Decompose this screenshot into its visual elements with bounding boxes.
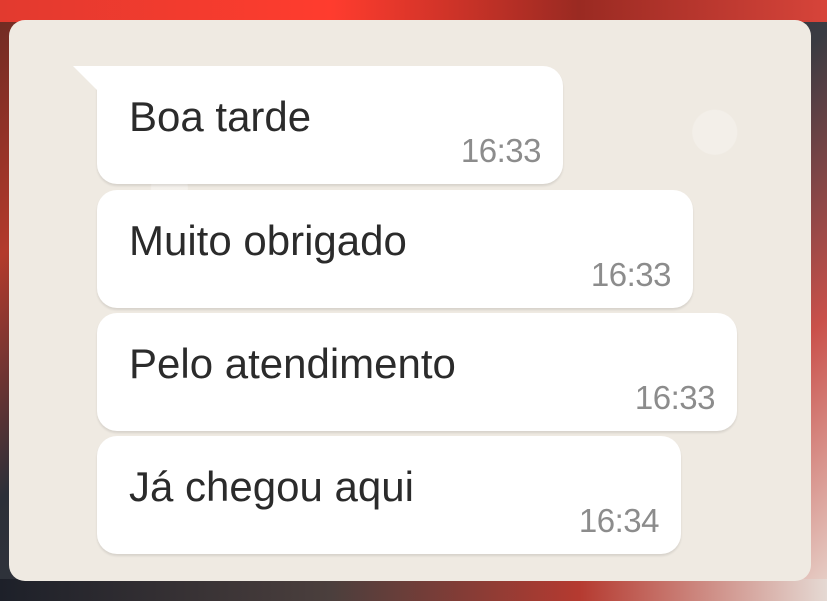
message-timestamp: 16:33 — [634, 379, 716, 416]
backdrop-bottom-strip — [0, 579, 827, 601]
message-timestamp: 16:34 — [578, 502, 660, 539]
message-bubble[interactable]: Boa tarde 16:33 — [73, 66, 563, 184]
message-timestamp: 16:33 — [590, 256, 672, 293]
backdrop-top-strip — [0, 0, 827, 22]
message-text: Muito obrigado — [129, 217, 407, 264]
message-text: Pelo atendimento — [129, 340, 456, 387]
bubble-tail — [73, 66, 99, 92]
photo-backdrop: Boa tarde 16:33 Muito obrigado 16:33 Pel… — [0, 0, 827, 601]
chat-conversation: Boa tarde 16:33 Muito obrigado 16:33 Pel… — [9, 20, 811, 581]
message-bubble[interactable]: Muito obrigado 16:33 — [97, 190, 693, 308]
message-text: Já chegou aqui — [129, 463, 414, 510]
message-timestamp: 16:33 — [460, 132, 542, 169]
message-bubble[interactable]: Pelo atendimento 16:33 — [97, 313, 737, 431]
message-bubble[interactable]: Já chegou aqui 16:34 — [97, 436, 681, 554]
